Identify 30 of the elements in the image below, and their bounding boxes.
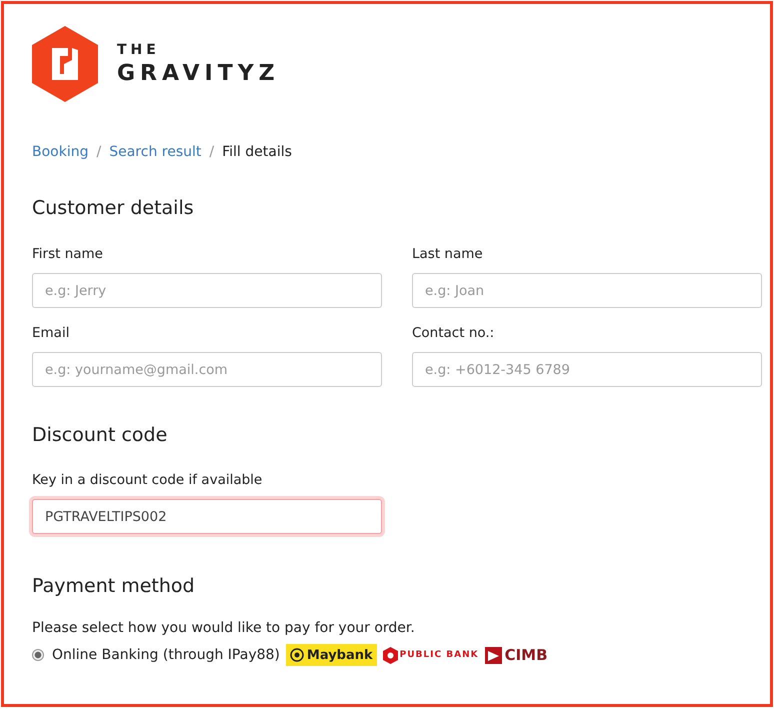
section-heading: Discount code (32, 423, 168, 447)
breadcrumb-separator: / (209, 143, 214, 162)
breadcrumb-separator: / (96, 143, 102, 162)
breadcrumb-link[interactable]: Booking (32, 142, 88, 162)
breadcrumb-current: Fill details (222, 143, 292, 162)
field-label: Last name (412, 245, 484, 263)
input-field[interactable]: e.g: Joan (412, 273, 762, 308)
field-label: First name (32, 245, 104, 263)
logo-text: THE (117, 42, 161, 58)
input-field[interactable]: e.g: yourname@gmail.com (32, 352, 382, 387)
emblem-icon (290, 648, 304, 662)
breadcrumb-link[interactable]: Search result (109, 142, 202, 162)
logo-wordmark: GRAVITYZ (117, 62, 280, 86)
bank-name: PUBLIC BANK (400, 650, 479, 660)
option-label: Online Banking (through IPay88) (52, 647, 280, 663)
section-heading: Customer details (32, 196, 195, 220)
emblem-icon (382, 646, 398, 664)
section-heading: Payment method (32, 574, 196, 598)
input-field[interactable]: e.g: +6012-345 6789 (412, 352, 762, 387)
bank-name: CIMB (504, 646, 548, 664)
logo-icon (32, 26, 98, 102)
bank-name: Maybank (306, 648, 373, 662)
input-field[interactable]: PGTRAVELTIPS002 (32, 499, 382, 534)
instruction-text: Please select how you would like to pay for your order. (32, 619, 416, 638)
field-label: Email (32, 324, 70, 342)
field-label: Key in a discount code if available (32, 471, 264, 489)
emblem-icon (484, 646, 502, 664)
field-label: Contact no.: (412, 324, 496, 342)
radio-button[interactable] (32, 649, 44, 661)
input-field[interactable]: e.g: Jerry (32, 273, 382, 308)
